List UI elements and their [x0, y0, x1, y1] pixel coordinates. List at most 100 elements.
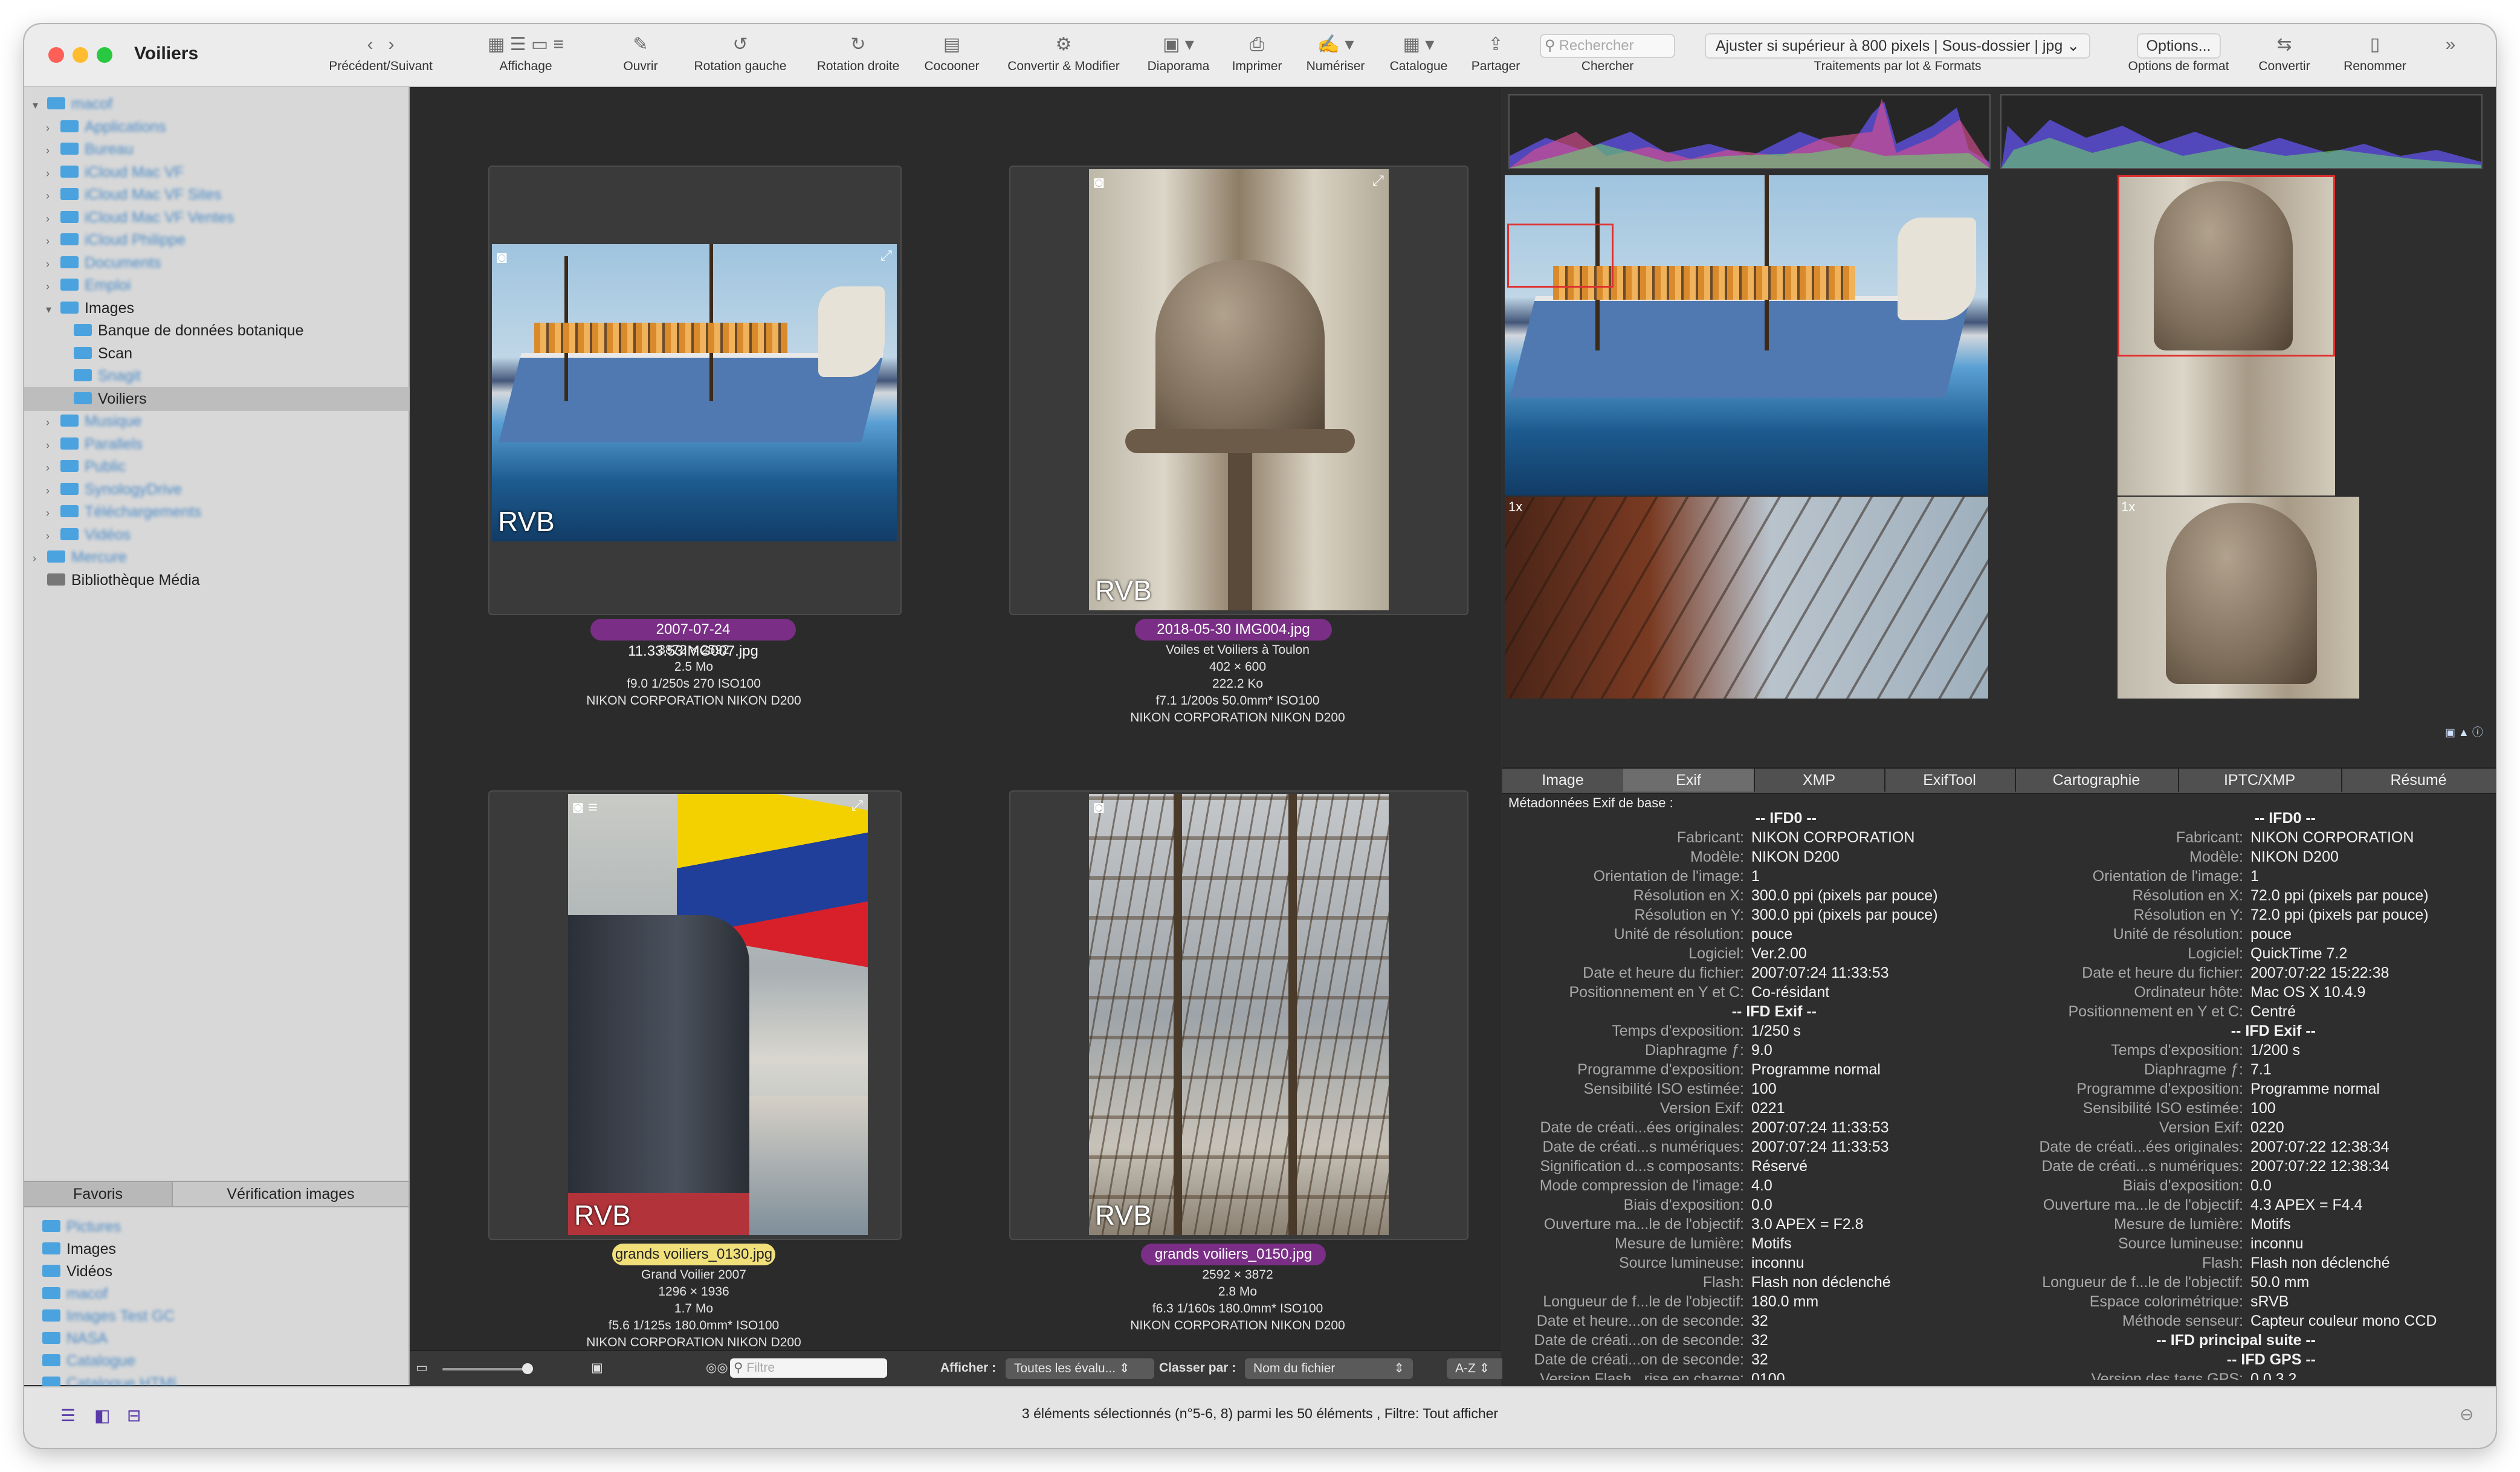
- search-box[interactable]: ⚲ Rechercher: [1538, 31, 1677, 58]
- sidebar-item[interactable]: › Public: [46, 454, 395, 479]
- disclosure-triangle-icon[interactable]: ›: [46, 252, 60, 276]
- nav-group[interactable]: ‹ › Précédent/Suivant: [326, 31, 435, 86]
- sidebar-item[interactable]: › Applications: [46, 115, 395, 139]
- thumbnail-card[interactable]: ◙ ⤢ RVB: [488, 166, 902, 615]
- sort-field-select[interactable]: Nom du fichier ⇕: [1245, 1358, 1413, 1379]
- sidebar-item[interactable]: › iCloud Mac VF Ventes: [46, 205, 395, 230]
- view-mode-group[interactable]: ▦ ☰ ▭ ≡ Affichage: [459, 31, 592, 86]
- inspector-tab[interactable]: XMP: [1754, 769, 1885, 792]
- thumbnail-filename[interactable]: 2018-05-30 IMG004.jpg: [1135, 619, 1332, 641]
- sidebar-item[interactable]: › Emploi: [46, 273, 395, 297]
- glasses-icon[interactable]: ◎◎: [706, 1357, 728, 1379]
- disclosure-triangle-icon[interactable]: ›: [46, 274, 60, 299]
- inspector-tab[interactable]: Résumé: [2341, 769, 2496, 792]
- disclosure-triangle-icon[interactable]: ›: [46, 184, 60, 208]
- sidebar-item[interactable]: › iCloud Philippe: [46, 228, 395, 252]
- inspector-tab[interactable]: Image: [1502, 769, 1624, 792]
- inspector-tab[interactable]: Cartographie: [2015, 769, 2179, 792]
- rename-button[interactable]: ▯ Renommer: [2333, 31, 2417, 86]
- disclosure-triangle-icon[interactable]: ›: [46, 433, 60, 457]
- disclosure-triangle-icon[interactable]: ›: [46, 524, 60, 548]
- search-input[interactable]: Rechercher: [1559, 37, 1634, 54]
- favorite-item[interactable]: Vidéos: [42, 1259, 393, 1283]
- sidebar-item[interactable]: › SynologyDrive: [46, 477, 395, 502]
- thumbnail-card[interactable]: ◙ RVB: [1009, 790, 1468, 1240]
- sidebar-item[interactable]: › Bureau: [46, 137, 395, 161]
- favorite-item[interactable]: NASA: [42, 1326, 393, 1351]
- disclosure-triangle-icon[interactable]: ›: [46, 138, 60, 163]
- disclosure-triangle-icon[interactable]: ›: [46, 229, 60, 253]
- disclosure-triangle-icon[interactable]: ›: [46, 161, 60, 186]
- zoom-region-marker[interactable]: [2118, 175, 2335, 357]
- toolbar-overflow-button[interactable]: »: [2435, 31, 2466, 86]
- favorite-item[interactable]: Pictures: [42, 1215, 393, 1239]
- minimize-window-button[interactable]: [73, 47, 88, 63]
- inspector-tab[interactable]: ExifTool: [1884, 769, 2016, 792]
- sidebar-item[interactable]: › iCloud Mac VF Sites: [46, 182, 395, 207]
- folder-icon: [42, 1354, 60, 1367]
- disclosure-triangle-icon[interactable]: ›: [46, 479, 60, 503]
- share-button[interactable]: ⇪ Partager: [1462, 31, 1529, 86]
- rotate-right-button[interactable]: ↻ Rotation droite: [804, 31, 913, 86]
- zoom-region-marker[interactable]: [1507, 224, 1614, 288]
- sidebar-item[interactable]: Scan: [59, 341, 395, 366]
- disclosure-triangle-icon[interactable]: ›: [46, 116, 60, 140]
- sidebar-item[interactable]: Banque de données botanique: [59, 318, 395, 343]
- print-button[interactable]: ⎙ Imprimer: [1224, 31, 1290, 86]
- sidebar-item[interactable]: Snagit: [59, 364, 395, 388]
- disclosure-triangle-icon[interactable]: ›: [46, 207, 60, 231]
- open-button[interactable]: ✎ Ouvrir: [613, 31, 668, 86]
- tab-favorites[interactable]: Favoris: [24, 1182, 173, 1206]
- filter-field[interactable]: ⚲ Filtre: [730, 1358, 887, 1378]
- inspector-tab[interactable]: IPTC/XMP: [2178, 769, 2342, 792]
- filter-input[interactable]: Filtre: [746, 1361, 775, 1375]
- sidebar-item[interactable]: ▾ macof: [33, 92, 395, 116]
- favorite-item[interactable]: Catalogue: [42, 1349, 393, 1373]
- sidebar-item[interactable]: › Téléchargements: [46, 500, 395, 524]
- rating-filter-select[interactable]: Toutes les évalu... ⇕: [1006, 1358, 1154, 1379]
- convert-button[interactable]: ⇆ Convertir: [2248, 31, 2321, 86]
- scan-button[interactable]: ✍ ▾ Numériser: [1296, 31, 1375, 86]
- disclosure-triangle-icon[interactable]: ▾: [46, 297, 60, 321]
- close-window-button[interactable]: [48, 47, 64, 63]
- favorite-item[interactable]: Images: [42, 1237, 393, 1261]
- sidebar-item[interactable]: › Musique: [46, 409, 395, 433]
- batch-select[interactable]: Ajuster si supérieur à 800 pixels | Sous…: [1689, 31, 2106, 59]
- disclosure-triangle-icon[interactable]: ▾: [33, 93, 47, 117]
- convert-icon: ⇆: [2276, 34, 2292, 54]
- sidebar-item[interactable]: › iCloud Mac VF: [46, 160, 395, 184]
- favorite-item[interactable]: macof: [42, 1282, 393, 1306]
- thumbnail-size-slider[interactable]: [442, 1368, 533, 1370]
- preview-tool-icons[interactable]: ▣ ▲ ⓘ: [2445, 724, 2487, 738]
- sort-field-value: Nom du fichier: [1253, 1361, 1336, 1375]
- favorite-item[interactable]: Images Test GC: [42, 1304, 393, 1328]
- disclosure-triangle-icon[interactable]: ›: [33, 546, 47, 570]
- thumbnail-filename[interactable]: grands voiliers_0130.jpg: [612, 1244, 775, 1265]
- sidebar-item[interactable]: ▾ Images: [46, 296, 395, 320]
- print-label: Imprimer: [1232, 59, 1282, 73]
- sidebar-item[interactable]: › Mercure: [33, 545, 395, 569]
- sidebar-item[interactable]: › Documents: [46, 251, 395, 275]
- convert-modify-button[interactable]: ⚙ Convertir & Modifier: [994, 31, 1133, 86]
- thumbnail-card[interactable]: ◙ ⤢ RVB: [1009, 166, 1468, 615]
- thumbnail-filename[interactable]: 2007-07-24 11.33.53IMG007.jpg: [590, 619, 796, 659]
- zoom-window-button[interactable]: [97, 47, 112, 63]
- cocoon-button[interactable]: ▤ Cocooner: [919, 31, 985, 86]
- sidebar-item[interactable]: Voiliers: [24, 386, 444, 411]
- thumbnail-filename[interactable]: grands voiliers_0150.jpg: [1141, 1244, 1326, 1265]
- sidebar-item[interactable]: › Vidéos: [46, 523, 395, 547]
- disclosure-triangle-icon[interactable]: ›: [46, 501, 60, 525]
- sidebar-item[interactable]: › Parallels: [46, 432, 395, 456]
- sidebar-item[interactable]: Bibliothèque Média: [33, 568, 395, 592]
- thumbnail-card[interactable]: ◙ ≡ ⤢ RVB: [488, 790, 902, 1240]
- slideshow-button[interactable]: ▣ ▾ Diaporama: [1139, 31, 1218, 86]
- inspector-tab[interactable]: Exif: [1623, 769, 1755, 792]
- inspector-tabs: Image Exif XMP ExifTool Cartographie IPTC/XMP…: [1502, 767, 2496, 794]
- rotate-left-button[interactable]: ↺ Rotation gauche: [683, 31, 798, 86]
- slider-knob[interactable]: [522, 1363, 533, 1374]
- catalog-button[interactable]: ▦ ▾ Catalogue: [1381, 31, 1456, 86]
- disclosure-triangle-icon[interactable]: ›: [46, 410, 60, 434]
- options-button[interactable]: Options...: [2115, 31, 2242, 59]
- tab-image-check[interactable]: Vérification images: [173, 1182, 409, 1206]
- disclosure-triangle-icon[interactable]: ›: [46, 456, 60, 480]
